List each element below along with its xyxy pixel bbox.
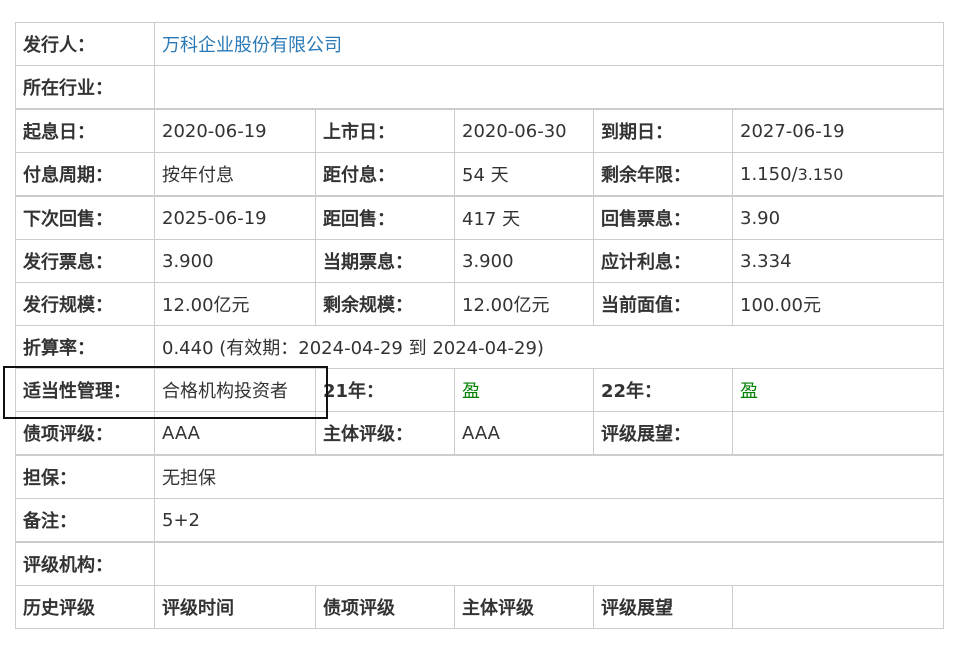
label: 上市日： bbox=[315, 108, 455, 153]
label: 21年： bbox=[315, 368, 455, 412]
value: 无担保 bbox=[154, 454, 944, 499]
table-row: 起息日： 2020-06-19 上市日： 2020-06-30 到期日： 2027-06-… bbox=[15, 108, 944, 153]
label: 距回售： bbox=[315, 195, 455, 240]
remaining-years: 1.150/ bbox=[740, 163, 798, 185]
label: 发行人： bbox=[15, 22, 155, 66]
value: 盈 bbox=[732, 368, 944, 412]
table-row: 付息周期： 按年付息 距付息： 54 天剩余年限： 1.150/3.150 bbox=[15, 152, 944, 197]
value: 3.900 bbox=[454, 239, 594, 283]
value: 1.150/3.150 bbox=[732, 152, 944, 197]
header: 评级时间 bbox=[154, 585, 316, 629]
header: 主体评级 bbox=[454, 585, 594, 629]
bond-info-table: 发行人： 万科企业股份有限公司 所在行业： 起息日： 2020-06-19 上市日： 2… bbox=[15, 22, 944, 629]
label: 下次回售： bbox=[15, 195, 155, 240]
value: 2020-06-30 bbox=[454, 108, 594, 153]
label: 发行票息： bbox=[15, 239, 155, 283]
total-years: 3.150 bbox=[797, 164, 844, 184]
history-header-row: 历史评级 评级时间 债项评级 主体评级 评级展望 bbox=[15, 585, 944, 629]
value: AAA bbox=[154, 411, 316, 456]
label: 适当性管理： bbox=[15, 368, 155, 412]
value bbox=[732, 411, 944, 456]
header: 历史评级 bbox=[15, 585, 155, 629]
header: 债项评级 bbox=[315, 585, 455, 629]
value: 2020-06-19 bbox=[154, 108, 316, 153]
label: 当期票息： bbox=[315, 239, 455, 283]
industry-row: 所在行业： bbox=[15, 65, 944, 110]
table-row: 发行票息： 3.900 当期票息： 3.900 应计利息： 3.334 bbox=[15, 239, 944, 283]
value: 5+2 bbox=[154, 498, 944, 543]
label: 评级机构： bbox=[15, 541, 155, 586]
label: 担保： bbox=[15, 454, 155, 499]
value: 100.00元 bbox=[732, 282, 944, 326]
value: AAA bbox=[454, 411, 594, 456]
label: 回售票息： bbox=[593, 195, 733, 240]
label: 22年： bbox=[593, 368, 733, 412]
label: 当前面值： bbox=[593, 282, 733, 326]
value: 12.00亿元 bbox=[154, 282, 316, 326]
rating-row: 债项评级： AAA 主体评级： AAA 评级展望： bbox=[15, 411, 944, 456]
industry-value bbox=[154, 65, 944, 110]
agency-row: 评级机构： bbox=[15, 541, 944, 586]
value: 2025-06-19 bbox=[154, 195, 316, 240]
label: 折算率： bbox=[15, 325, 155, 369]
value: 54 天 bbox=[454, 152, 594, 197]
header bbox=[732, 585, 944, 629]
value: 按年付息 bbox=[154, 152, 316, 197]
value: 3.334 bbox=[732, 239, 944, 283]
value: 合格机构投资者 bbox=[154, 368, 316, 412]
suitability-row: 适当性管理： 合格机构投资者 21年：盈 22年：盈 bbox=[15, 368, 944, 412]
label: 主体评级： bbox=[315, 411, 455, 456]
label: 剩余年限： bbox=[593, 152, 733, 197]
label: 备注： bbox=[15, 498, 155, 543]
value: 3.90 bbox=[732, 195, 944, 240]
label: 距付息： bbox=[315, 152, 455, 197]
label: 剩余规模： bbox=[315, 282, 455, 326]
value: 12.00亿元 bbox=[454, 282, 594, 326]
label: 评级展望： bbox=[593, 411, 733, 456]
label: 应计利息： bbox=[593, 239, 733, 283]
label: 发行规模： bbox=[15, 282, 155, 326]
table-row: 下次回售： 2025-06-19 距回售： 417 天回售票息： 3.90 bbox=[15, 195, 944, 240]
conversion-row: 折算率： 0.440 (有效期：2024-04-29 到 2024-04-29) bbox=[15, 325, 944, 369]
label: 付息周期： bbox=[15, 152, 155, 197]
label: 债项评级： bbox=[15, 411, 155, 456]
header: 评级展望 bbox=[593, 585, 733, 629]
value: 2027-06-19 bbox=[732, 108, 944, 153]
value: 3.900 bbox=[154, 239, 316, 283]
value: 盈 bbox=[454, 368, 594, 412]
guarantee-row: 担保： 无担保 bbox=[15, 454, 944, 499]
issuer-link[interactable]: 万科企业股份有限公司 bbox=[154, 22, 944, 66]
remark-row: 备注： 5+2 bbox=[15, 498, 944, 543]
issuer-row: 发行人： 万科企业股份有限公司 bbox=[15, 22, 944, 66]
value: 0.440 (有效期：2024-04-29 到 2024-04-29) bbox=[154, 325, 944, 369]
label: 到期日： bbox=[593, 108, 733, 153]
table-row: 发行规模： 12.00亿元 剩余规模： 12.00亿元 当前面值： 100.00元 bbox=[15, 282, 944, 326]
value: 417 天 bbox=[454, 195, 594, 240]
label: 所在行业： bbox=[15, 65, 155, 110]
value bbox=[154, 541, 944, 586]
label: 起息日： bbox=[15, 108, 155, 153]
